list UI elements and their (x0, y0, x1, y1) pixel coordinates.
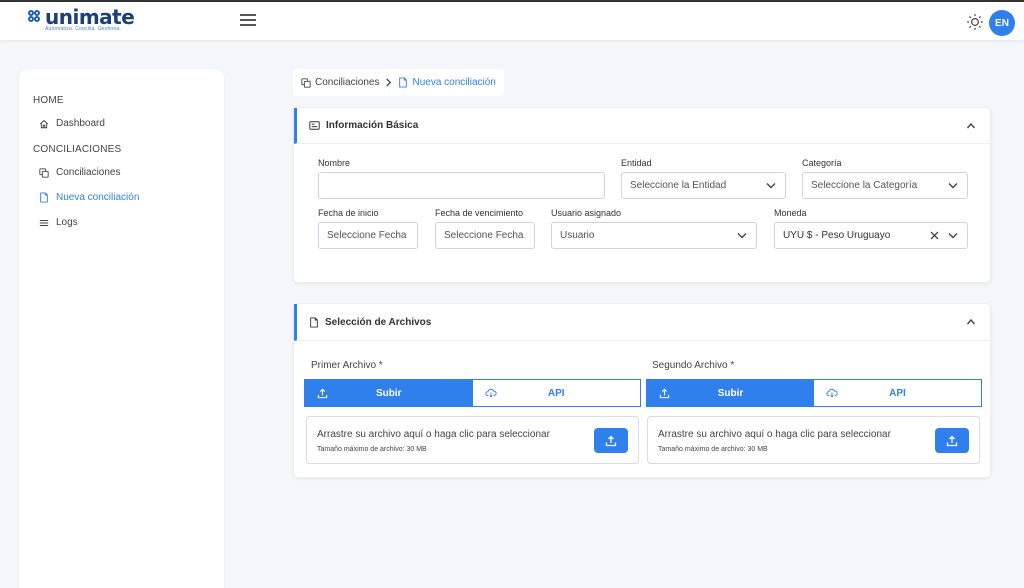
moneda-select[interactable]: UYU $ - Peso Uruguayo (774, 222, 968, 249)
dropzone-text: Arrastre su archivo aquí o haga clic par… (317, 429, 550, 440)
sidebar-item-conciliaciones[interactable]: Conciliaciones (39, 167, 120, 178)
sidebar-item-dashboard[interactable]: Dashboard (39, 118, 105, 129)
categoria-label: Categoría (802, 158, 842, 168)
usuario-placeholder: Usuario (560, 230, 595, 241)
sidebar: HOME Dashboard CONCILIACIONES Conciliaci… (19, 69, 224, 588)
second-file-source-toggle: Subir API (646, 379, 982, 407)
dropzone-size-limit: Tamaño máximo de archivo: 30 MB (317, 446, 427, 453)
sun-icon[interactable] (966, 13, 984, 31)
cloud-download-icon (484, 388, 497, 398)
first-file-source-toggle: Subir API (304, 379, 641, 407)
fecha-vencimiento-placeholder: Seleccione Fecha (444, 230, 524, 241)
moneda-value: UYU $ - Peso Uruguayo (783, 230, 891, 241)
cloud-download-icon (826, 388, 838, 398)
first-file-dropzone[interactable]: Arrastre su archivo aquí o haga clic par… (306, 416, 639, 464)
chevron-right-icon (386, 78, 392, 87)
categoria-placeholder: Seleccione la Categoría (811, 180, 918, 191)
logo-tagline: Automatiza. Concilia. Gestiona. (45, 26, 121, 32)
logo[interactable]: unimate Automatiza. Concilia. Gestiona. (28, 5, 135, 32)
first-api-tab[interactable]: API (472, 380, 640, 406)
chevron-down-icon (766, 183, 776, 189)
logo-name: unimate (45, 5, 135, 29)
nombre-label: Nombre (318, 158, 351, 168)
sidebar-item-label: Logs (56, 217, 78, 228)
categoria-select[interactable]: Seleccione la Categoría (802, 172, 968, 199)
moneda-label: Moneda (774, 208, 807, 218)
second-upload-button[interactable] (935, 428, 969, 453)
second-file-dropzone[interactable]: Arrastre su archivo aquí o haga clic par… (647, 416, 980, 464)
fecha-vencimiento-input[interactable]: Seleccione Fecha (435, 222, 535, 249)
chevron-up-icon[interactable] (966, 317, 976, 327)
usuario-select[interactable]: Usuario (551, 222, 757, 249)
hamburger-icon[interactable] (240, 14, 256, 26)
entidad-select[interactable]: Seleccione la Entidad (621, 172, 786, 199)
files-title: Selección de Archivos (325, 316, 432, 328)
list-icon (39, 219, 49, 226)
chevron-down-icon (948, 183, 958, 189)
sidebar-section-conciliaciones: CONCILIACIONES (33, 144, 122, 155)
breadcrumb-parent[interactable]: Conciliaciones (315, 77, 379, 88)
second-upload-tab[interactable]: Subir (647, 380, 814, 406)
fecha-inicio-input[interactable]: Seleccione Fecha (318, 222, 418, 249)
fecha-vencimiento-label: Fecha de vencimiento (435, 208, 524, 218)
sidebar-item-nueva-conciliacion[interactable]: Nueva conciliación (39, 192, 139, 203)
second-api-tab[interactable]: API (814, 380, 981, 406)
dropzone-text: Arrastre su archivo aquí o haga clic par… (658, 429, 891, 440)
sidebar-item-label: Dashboard (56, 118, 105, 129)
basic-info-header[interactable]: Información Básica (294, 108, 990, 144)
home-icon (39, 119, 49, 128)
basic-info-card: Información Básica Nombre Entidad Selecc… (293, 107, 991, 283)
first-upload-button[interactable] (594, 428, 628, 453)
sidebar-item-label: Nueva conciliación (56, 192, 140, 203)
upload-icon (605, 435, 617, 446)
second-upload-label: Subir (717, 387, 744, 399)
upload-icon (946, 435, 958, 446)
close-icon[interactable] (930, 231, 939, 240)
first-upload-label: Subir (375, 387, 402, 399)
language-button[interactable]: EN (989, 10, 1015, 36)
basic-info-title: Información Básica (326, 120, 419, 131)
sidebar-item-label: Conciliaciones (56, 167, 121, 178)
file-icon (310, 316, 318, 328)
copy-icon (301, 77, 311, 88)
chevron-down-icon (948, 233, 958, 239)
chevron-down-icon (737, 233, 747, 239)
copy-icon (39, 167, 49, 178)
chevron-up-icon[interactable] (966, 121, 976, 131)
entidad-label: Entidad (621, 158, 652, 168)
top-bar: unimate Automatiza. Concilia. Gestiona. … (0, 2, 1024, 40)
upload-icon (317, 388, 328, 399)
entidad-placeholder: Seleccione la Entidad (630, 180, 727, 191)
first-file-label: Primer Archivo * (311, 360, 383, 371)
breadcrumb: Conciliaciones Nueva conciliación (293, 69, 504, 96)
sidebar-item-logs[interactable]: Logs (39, 217, 78, 228)
files-card: Selección de Archivos Primer Archivo * S… (293, 303, 991, 478)
fecha-inicio-placeholder: Seleccione Fecha (327, 230, 407, 241)
sidebar-section-home: HOME (33, 95, 64, 106)
logo-mark-icon (28, 10, 42, 24)
files-header[interactable]: Selección de Archivos (294, 304, 990, 341)
second-file-label: Segundo Archivo * (652, 360, 735, 371)
first-api-label: API (547, 387, 565, 399)
dropzone-size-limit: Tamaño máximo de archivo: 30 MB (658, 446, 768, 453)
file-icon (399, 77, 408, 88)
id-card-icon (309, 121, 320, 130)
nombre-input[interactable] (318, 172, 605, 199)
second-api-label: API (889, 387, 906, 399)
breadcrumb-current: Nueva conciliación (412, 77, 496, 88)
upload-icon (659, 388, 670, 399)
first-upload-tab[interactable]: Subir (305, 380, 473, 406)
fecha-inicio-label: Fecha de inicio (318, 208, 379, 218)
usuario-label: Usuario asignado (551, 208, 622, 218)
file-icon (40, 192, 48, 203)
